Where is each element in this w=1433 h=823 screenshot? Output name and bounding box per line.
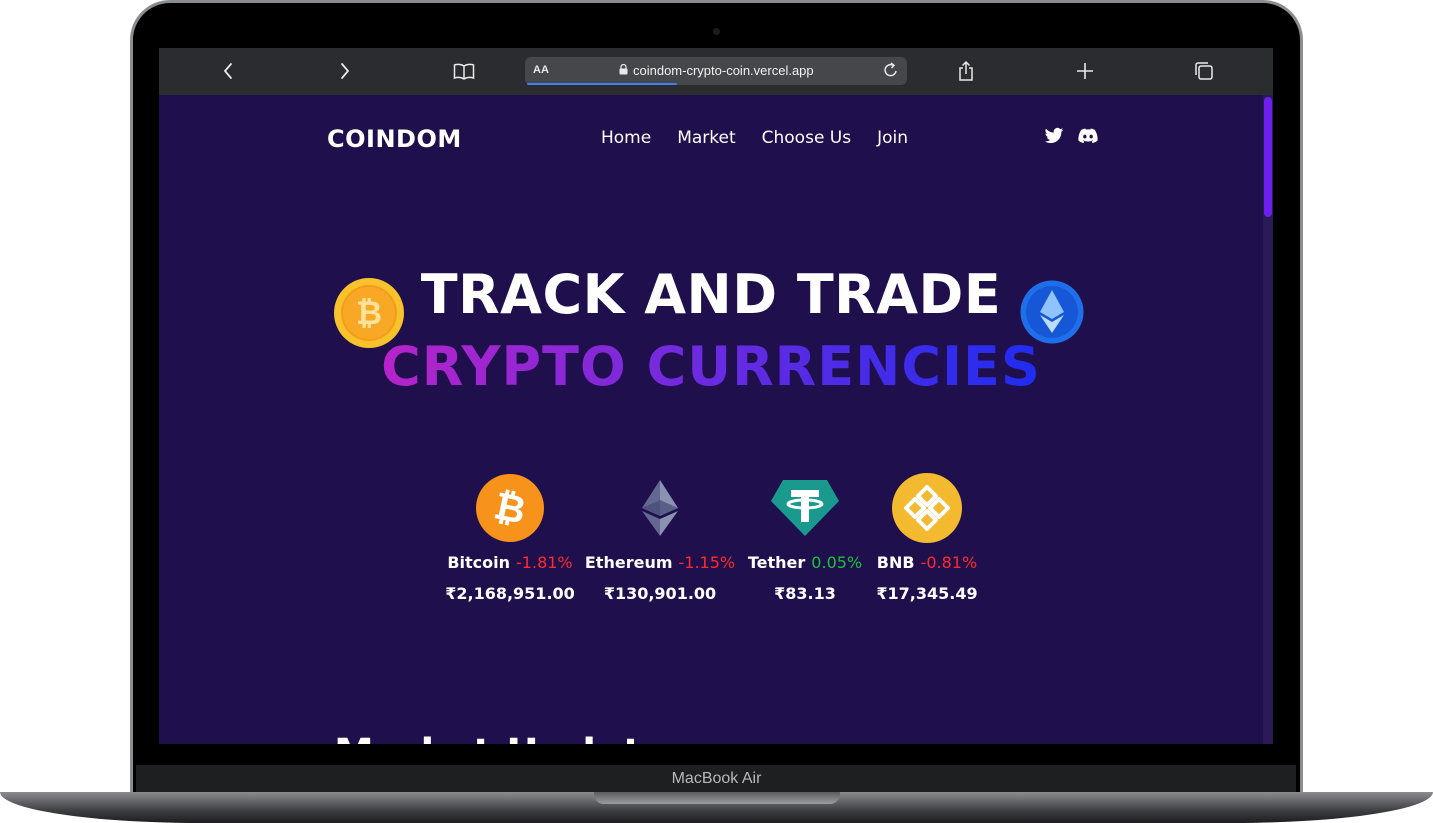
coin-change: -1.81% xyxy=(516,553,573,572)
coin-price: ₹17,345.49 xyxy=(876,584,978,603)
coin-price: ₹130,901.00 xyxy=(603,584,717,603)
nav-choose-us[interactable]: Choose Us xyxy=(762,128,851,148)
coin-card-ethereum[interactable]: Ethereum -1.15% ₹130,901.00 xyxy=(580,473,740,603)
coin-name: BNB xyxy=(876,553,915,572)
browser-toolbar: AA coindom-crypto-coin.vercel.app xyxy=(159,48,1273,95)
bitcoin-icon: ₿ xyxy=(430,473,590,543)
site-logo[interactable]: COINDOM xyxy=(327,125,462,153)
coin-name: Tether xyxy=(747,553,806,572)
scrollbar-thumb[interactable] xyxy=(1264,97,1272,217)
twitter-icon[interactable] xyxy=(1044,127,1064,145)
coin-name-row: Ethereum -1.15% xyxy=(580,553,740,572)
coin-price: ₹2,168,951.00 xyxy=(445,584,575,603)
tabs-icon[interactable] xyxy=(1191,58,1217,84)
chevron-left-icon[interactable] xyxy=(215,58,241,84)
laptop-notch xyxy=(594,792,840,804)
market-update-heading: Market Update xyxy=(334,731,669,744)
chevron-right-icon[interactable] xyxy=(332,58,358,84)
nav-market[interactable]: Market xyxy=(677,128,735,148)
coin-name: Bitcoin xyxy=(447,553,511,572)
coin-ticker-list: ₿ Bitcoin -1.81% ₹2,168,951.00 Ethereum … xyxy=(445,473,989,613)
hero-heading-line1: TRACK AND TRADE xyxy=(420,263,1002,326)
book-icon[interactable] xyxy=(451,58,477,84)
coin-card-bitcoin[interactable]: ₿ Bitcoin -1.81% ₹2,168,951.00 xyxy=(430,473,590,603)
load-progress-bar xyxy=(527,83,677,85)
model-label: MacBook Air xyxy=(671,770,762,787)
web-page: COINDOM Home Market Choose Us Join ₿ TRA… xyxy=(159,95,1273,744)
main-nav: Home Market Choose Us Join xyxy=(601,128,908,148)
reload-icon[interactable] xyxy=(883,61,899,83)
camera xyxy=(713,28,720,35)
coin-card-bnb[interactable]: BNB -0.81% ₹17,345.49 xyxy=(847,473,1007,603)
hero-gradient-text: CRYPTO CURRENCIES xyxy=(381,335,1041,398)
nav-join[interactable]: Join xyxy=(877,128,908,148)
text-size-button[interactable]: AA xyxy=(533,64,549,76)
social-links xyxy=(1044,127,1098,145)
bnb-icon xyxy=(847,473,1007,543)
url-bar[interactable]: AA coindom-crypto-coin.vercel.app xyxy=(525,57,907,85)
lock-icon xyxy=(619,64,628,75)
url-text: coindom-crypto-coin.vercel.app xyxy=(633,63,814,78)
discord-icon[interactable] xyxy=(1078,127,1098,145)
share-icon[interactable] xyxy=(953,58,979,84)
plus-icon[interactable] xyxy=(1072,58,1098,84)
scrollbar[interactable] xyxy=(1263,95,1273,744)
screen: AA coindom-crypto-coin.vercel.app COINDO… xyxy=(159,48,1273,744)
hero-heading-line2: CRYPTO CURRENCIES xyxy=(159,335,1263,398)
ethereum-icon xyxy=(580,473,740,543)
nav-home[interactable]: Home xyxy=(601,128,651,148)
coin-name-row: BNB -0.81% xyxy=(847,553,1007,572)
coin-name: Ethereum xyxy=(584,553,673,572)
coin-change: -0.81% xyxy=(920,553,978,572)
coin-name-row: Bitcoin -1.81% xyxy=(430,553,590,572)
